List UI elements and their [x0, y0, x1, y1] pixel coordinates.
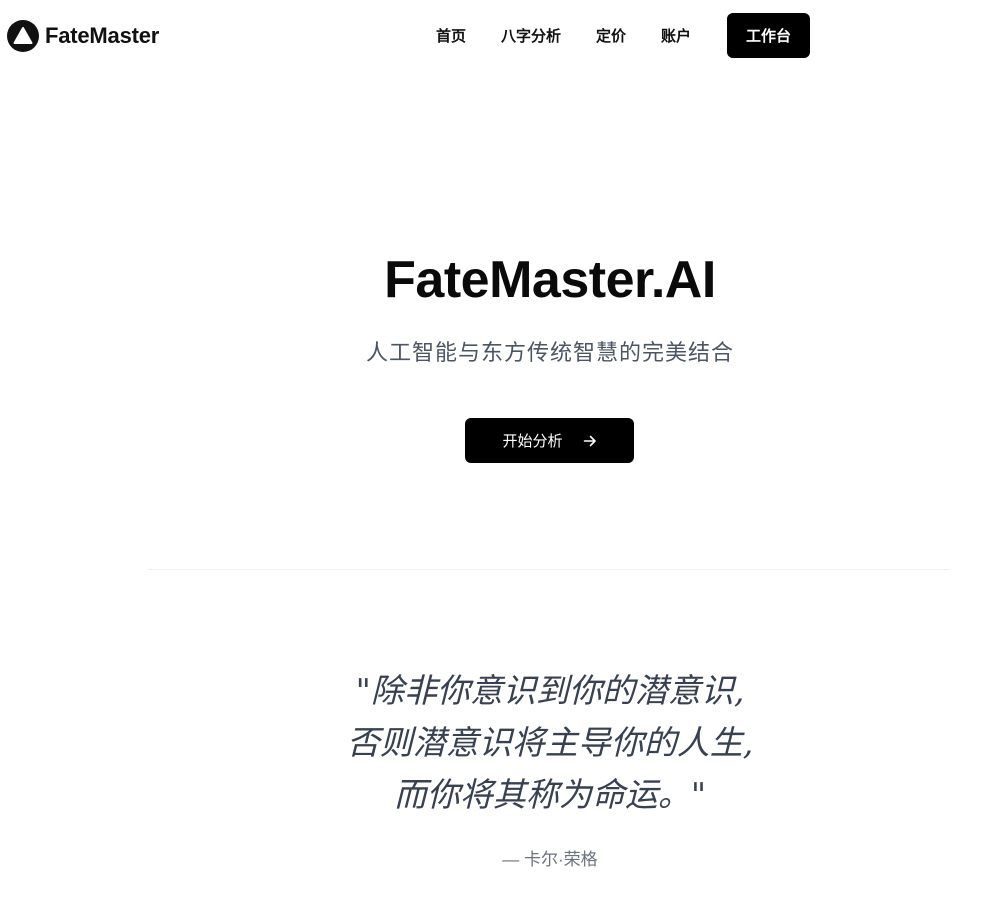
workspace-button[interactable]: 工作台: [727, 13, 811, 58]
site-header: FateMaster 首页 八字分析 定价 账户 工作台: [0, 0, 1000, 72]
brand-name: FateMaster: [45, 23, 160, 48]
quote-block: "除非你意识到你的潜意识, 否则潜意识将主导你的人生, 而你将其称为命运。": [0, 665, 1000, 821]
hero-title: FateMaster.AI: [384, 251, 716, 309]
start-analysis-button[interactable]: 开始分析: [465, 418, 634, 463]
quote-author: — 卡尔·荣格: [502, 850, 598, 869]
landing-page: FateMaster 首页 八字分析 定价 账户 工作台 FateMaster.…: [0, 0, 1000, 917]
nav-link-bazi-analysis[interactable]: 八字分析: [501, 25, 561, 46]
quote-line: 否则潜意识将主导你的人生,: [346, 723, 754, 762]
brand-logo-link[interactable]: FateMaster: [7, 20, 159, 52]
section-divider: [148, 569, 950, 570]
main-nav: 首页 八字分析 定价 账户 工作台: [436, 13, 811, 58]
arrow-right-icon: [583, 434, 597, 448]
hero-subtitle: 人工智能与东方传统智慧的完美结合: [365, 340, 734, 365]
quote-line: 而你将其称为命运。": [393, 775, 707, 814]
nav-link-account[interactable]: 账户: [661, 25, 691, 46]
nav-link-pricing[interactable]: 定价: [596, 25, 626, 46]
triangle-up-icon: [7, 20, 39, 52]
nav-link-home[interactable]: 首页: [436, 25, 466, 46]
start-analysis-label: 开始分析: [502, 433, 563, 450]
quote-line: "除非你意识到你的潜意识,: [355, 671, 745, 710]
